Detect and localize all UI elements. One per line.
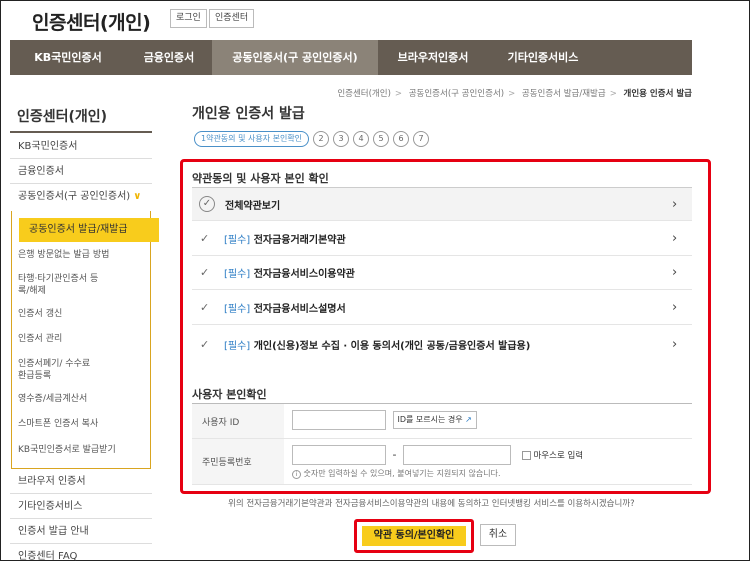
terms-label: 전자금융서비스설명서 [253,304,346,315]
step-number: 2 [313,131,330,147]
rrn-hint: i 숫자만 입력하실 수 있으며, 붙여넣기는 지원되지 않습니다. [292,468,684,479]
sidebar-sub-item[interactable]: 인증서 갱신 [18,308,143,320]
breadcrumb: 인증센터(개인) > 공동인증서(구 공인인증서) > 공동인증서 발급/재발급 > … [337,89,692,99]
terms-row[interactable]: ✓ [필수] 개인(신용)정보 수집 · 이용 동의서(개인 공동/금융인증서 … [192,327,692,361]
sidebar-item-kb-cert[interactable]: KB국민인증서 [10,135,152,159]
chevron-down-icon: ∨ [133,191,142,202]
step-indicator: 1약관동의 및 사용자 본인확인 2 3 4 5 6 7 [194,131,430,147]
terms-label: 전자금융서비스이용약관 [253,269,355,280]
required-tag: [필수] [224,340,251,352]
terms-label: 개인(신용)정보 수집 · 이용 동의서(개인 공동/금융인증서 발급용) [253,340,531,352]
nav-joint-cert[interactable]: 공동인증서(구 공인인증서) [212,40,378,75]
chevron-right-icon: › [672,336,678,352]
step-current: 1약관동의 및 사용자 본인확인 [194,131,310,147]
nav-kb-cert[interactable]: KB국민인증서 [10,40,126,75]
identity-form: 사용자 ID ID를 모르시는 경우 ↗ 주민등록번호 - 마우스로 입력 i … [192,403,692,485]
main-nav: KB국민인증서 금융인증서 공동인증서(구 공인인증서) 브라우저인증서 기타인… [10,40,692,75]
sidebar-sub-item[interactable]: 스마트폰 인증서 복사 [18,418,143,430]
view-all-terms-row[interactable]: ✓ 전체약관보기 › [192,187,692,221]
nav-finance-cert[interactable]: 금융인증서 [126,40,212,75]
rrn-front-input[interactable] [292,445,386,465]
sidebar-sub-item[interactable]: 영수증/세금계산서 [18,393,143,405]
rrn-back-input[interactable] [402,445,511,465]
required-tag: [필수] [224,304,251,315]
sidebar-item-finance-cert[interactable]: 금융인증서 [10,160,152,184]
sidebar-sub-active[interactable]: 공동인증서 발급/재발급 [19,218,159,242]
external-link-icon: ↗ [465,415,472,424]
terms-section-title: 약관동의 및 사용자 본인 확인 [192,172,329,185]
cert-center-button[interactable]: 인증센터 [209,9,255,28]
nav-browser-cert[interactable]: 브라우저인증서 [378,40,488,75]
user-id-label: 사용자 ID [192,404,284,438]
nav-other-cert[interactable]: 기타인증서비스 [488,40,598,75]
sidebar-item-other-cert[interactable]: 기타인증서비스 [10,495,152,519]
step-number: 5 [373,131,390,147]
page-title: 개인용 인증서 발급 [192,106,305,122]
sidebar-item-issue-guide[interactable]: 인증서 발급 안내 [10,520,152,544]
terms-label: 전자금융거래기본약관 [253,235,346,246]
terms-row[interactable]: ✓ [필수] 전자금융거래기본약관 › [192,222,692,256]
cancel-button[interactable]: 취소 [480,524,516,546]
consent-notice: 위의 전자금융거래기본약관과 전자금융서비스이용약관의 내용에 동의하고 인터넷… [228,499,635,509]
user-id-input[interactable] [292,410,386,430]
brand-title: 인증센터(개인) [32,12,151,34]
mouse-input-label: 마우스로 입력 [533,451,584,461]
chevron-right-icon: › [672,265,678,280]
sidebar-sub-item[interactable]: 은행 방문없는 발급 방법 [18,249,143,261]
breadcrumb-current: 개인용 인증서 발급 [623,89,692,99]
identity-section-title: 사용자 본인확인 [192,388,267,401]
chevron-right-icon: › [672,300,678,315]
sidebar-sub-item[interactable]: 인증서 관리 [18,333,143,345]
sidebar-divider [10,131,152,133]
sidebar-item-joint-cert[interactable]: 공동인증서(구 공인인증서) ∨ [10,185,152,209]
forgot-id-button[interactable]: ID를 모르시는 경우 ↗ [392,411,477,429]
forgot-id-label: ID를 모르시는 경우 [397,415,463,424]
sidebar-item-faq[interactable]: 인증센터 FAQ [10,545,152,561]
agree-button[interactable]: 약관 동의/본인확인 [362,526,466,546]
chevron-right-icon: › [672,231,678,246]
check-circle-icon: ✓ [199,196,215,212]
step-number: 6 [393,131,410,147]
rrn-label: 주민등록번호 [192,439,284,484]
rrn-hint-text: 숫자만 입력하실 수 있으며, 붙여넣기는 지원되지 않습니다. [303,469,501,478]
check-icon: ✓ [200,232,210,245]
step-number: 3 [333,131,350,147]
sidebar-sub-item[interactable]: 타행·타기관인증서 등록/해제 [18,273,108,297]
required-tag: [필수] [224,269,251,280]
step-number: 4 [353,131,370,147]
login-button[interactable]: 로그인 [170,9,207,28]
check-icon: ✓ [200,301,210,314]
terms-row[interactable]: ✓ [필수] 전자금융서비스설명서 › [192,291,692,325]
sidebar-item-label: 공동인증서(구 공인인증서) [18,191,131,202]
check-icon: ✓ [200,266,210,279]
sidebar-title: 인증센터(개인) [17,109,108,125]
mouse-input-checkbox[interactable] [522,450,532,460]
view-all-terms-label: 전체약관보기 [225,200,281,212]
breadcrumb-item[interactable]: 공동인증서(구 공인인증서) [409,89,504,99]
step-number: 7 [413,131,430,147]
highlight-box: 약관 동의/본인확인 [354,519,474,553]
rrn-dash: - [392,448,397,461]
info-icon: i [292,470,301,479]
check-icon: ✓ [200,337,210,351]
terms-row[interactable]: ✓ [필수] 전자금융서비스이용약관 › [192,256,692,290]
sidebar-sub-item[interactable]: 인증서폐기/ 수수료환급등록 [18,358,98,382]
chevron-right-icon: › [672,196,678,212]
sidebar-sub-item[interactable]: KB국민인증서로 발급받기 [18,444,143,456]
sidebar-item-browser-cert[interactable]: 브라우저 인증서 [10,470,152,494]
breadcrumb-item[interactable]: 인증센터(개인) [337,89,391,99]
breadcrumb-item[interactable]: 공동인증서 발급/재발급 [522,89,606,99]
required-tag: [필수] [224,235,251,246]
